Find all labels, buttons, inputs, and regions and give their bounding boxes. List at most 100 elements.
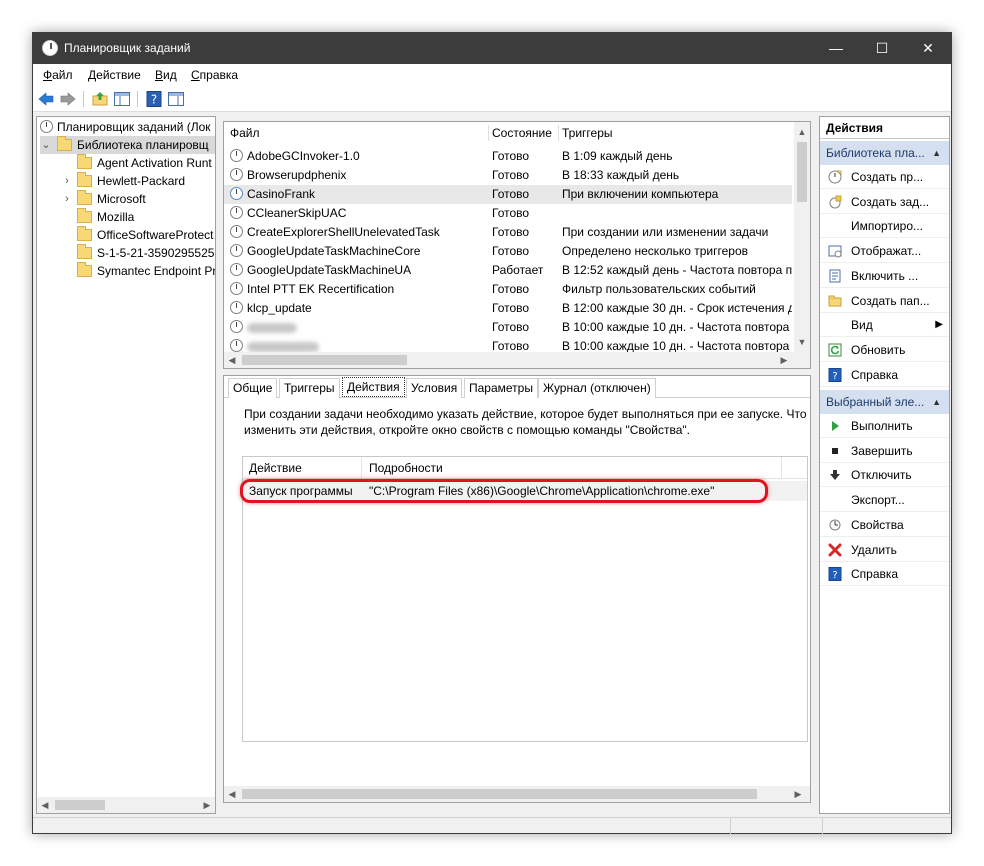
task-row[interactable]: CasinoFrank Готово При включении компьютер… <box>224 185 792 204</box>
section-library[interactable]: Библиотека пла... ▲ <box>820 141 949 165</box>
minimize-button[interactable]: — <box>813 33 859 64</box>
task-trigger: В 12:00 каждые 30 дн. - Срок истечения д… <box>562 301 792 315</box>
action-item[interactable]: Свойства <box>820 513 949 537</box>
task-row[interactable]: AdobeGCInvoker-1.0 Готово В 1:09 каждый де… <box>224 147 792 166</box>
menu-view-accel: В <box>155 68 164 82</box>
action-item[interactable]: Создать пр... <box>820 165 949 189</box>
task-clock-icon <box>230 244 243 257</box>
tree-folder[interactable]: OfficeSoftwareProtect <box>77 226 214 244</box>
back-arrow-icon[interactable] <box>37 90 55 108</box>
tree-root[interactable]: Планировщик заданий (Лок <box>40 118 211 136</box>
column-header-triggers[interactable]: Триггеры <box>562 122 613 144</box>
tree-folder[interactable]: Mozilla <box>77 208 134 226</box>
menu-action[interactable]: Действие <box>88 68 141 82</box>
task-horizontal-scrollbar[interactable]: ◀ ▶ <box>224 352 810 368</box>
column-header-details[interactable]: Подробности <box>369 461 443 475</box>
scroll-up-icon[interactable]: ▲ <box>794 124 810 140</box>
action-item[interactable]: Отключить <box>820 463 949 488</box>
tree-folder[interactable]: › Hewlett-Packard <box>61 172 215 190</box>
task-trigger: В 10:00 каждые 10 дн. - Частота повтора … <box>562 320 792 334</box>
expand-chevron-icon[interactable]: › <box>61 190 73 208</box>
action-item[interactable]: Создать зад... <box>820 190 949 214</box>
task-state: Готово <box>492 320 530 334</box>
column-header-state[interactable]: Состояние <box>492 122 552 144</box>
tree-folder[interactable]: Agent Activation Runt <box>77 154 212 172</box>
scroll-right-icon[interactable]: ▶ <box>790 786 806 802</box>
tree-library[interactable]: ⌄ Библиотека планировщ <box>40 136 215 154</box>
scroll-left-icon[interactable]: ◀ <box>224 786 240 802</box>
collapse-up-icon[interactable]: ▲ <box>932 390 941 414</box>
column-header-action[interactable]: Действие <box>249 461 302 475</box>
action-item-label: Создать зад... <box>851 194 930 209</box>
tree-folder[interactable]: S-1-5-21-3590295525- <box>77 244 215 262</box>
tab-actions[interactable]: Действия <box>342 377 405 397</box>
menu-file[interactable]: Файл <box>43 68 73 82</box>
title-bar[interactable]: Планировщик заданий — ☐ ✕ <box>33 33 951 64</box>
forward-arrow-icon[interactable] <box>59 90 77 108</box>
task-row[interactable]: CreateExplorerShellUnelevatedTask Готово П… <box>224 223 792 242</box>
maximize-button[interactable]: ☐ <box>859 33 905 64</box>
task-state: Готово <box>492 149 530 163</box>
task-name-cell: GoogleUpdateTaskMachineUA <box>230 261 490 280</box>
task-vertical-scrollbar[interactable]: ▲ ▼ <box>794 122 810 352</box>
show-hide-tree-icon[interactable] <box>113 90 131 108</box>
action-item[interactable]: Обновить <box>820 338 949 362</box>
task-row[interactable]: Browserupdphenix Готово В 18:33 каждый ден… <box>224 166 792 185</box>
tab-settings[interactable]: Параметры <box>464 378 538 398</box>
task-row[interactable]: Intel PTT EK Recertification Готово Фильтр… <box>224 280 792 299</box>
collapse-up-icon[interactable]: ▲ <box>932 141 941 165</box>
menu-bar: Файл Действие Вид Справка <box>33 64 951 86</box>
task-trigger: В 18:33 каждый день <box>562 168 680 182</box>
tree-folder[interactable]: › Microsoft <box>61 190 215 208</box>
menu-help[interactable]: Справка <box>191 68 238 82</box>
action-item[interactable]: Завершить <box>820 439 949 463</box>
scroll-thumb[interactable] <box>55 800 105 810</box>
tab-conditions[interactable]: Условия <box>406 378 463 398</box>
task-row[interactable]: CCleanerSkipUAC Готово <box>224 204 792 223</box>
scroll-down-icon[interactable]: ▼ <box>794 334 810 350</box>
tree-horizontal-scrollbar[interactable]: ◀ ▶ <box>37 797 215 813</box>
section-selected-item[interactable]: Выбранный эле... ▲ <box>820 390 949 414</box>
action-item[interactable]: Вид ▶ <box>820 313 949 338</box>
tab-general[interactable]: Общие <box>228 378 278 398</box>
scroll-right-icon[interactable]: ▶ <box>199 797 215 813</box>
action-item-label: Обновить <box>851 342 906 357</box>
task-row[interactable]: GoogleUpdateTaskMachineUA Работает В 12:52… <box>224 261 792 280</box>
action-item[interactable]: Экспорт... <box>820 488 949 513</box>
action-item[interactable]: Выполнить <box>820 414 949 438</box>
tree-folder[interactable]: Symantec Endpoint Pr <box>77 262 215 280</box>
details-horizontal-scrollbar[interactable]: ◀ ▶ <box>224 786 810 802</box>
action-item[interactable]: Отображат... <box>820 239 949 264</box>
column-header-file[interactable]: Файл <box>230 122 260 144</box>
scroll-thumb[interactable] <box>797 142 807 202</box>
task-row[interactable]: klcp_update Готово В 12:00 каждые 30 дн. -… <box>224 299 792 318</box>
section-library-title: Библиотека пла... <box>826 146 925 160</box>
help-icon[interactable]: ? <box>145 90 163 108</box>
task-name-cell: klcp_update <box>230 299 490 318</box>
scroll-thumb[interactable] <box>242 355 407 365</box>
up-folder-icon[interactable] <box>91 90 109 108</box>
scroll-right-icon[interactable]: ▶ <box>776 352 792 368</box>
collapse-chevron-icon[interactable]: ⌄ <box>40 136 52 154</box>
tab-triggers[interactable]: Триггеры <box>279 378 340 398</box>
menu-view[interactable]: Вид <box>155 68 177 82</box>
scroll-left-icon[interactable]: ◀ <box>224 352 240 368</box>
show-action-pane-icon[interactable] <box>167 90 185 108</box>
actions-info-text: При создании задачи необходимо указать д… <box>244 406 806 438</box>
close-button[interactable]: ✕ <box>905 33 951 64</box>
task-name: GoogleUpdateTaskMachineCore <box>247 244 421 258</box>
action-item[interactable]: Включить ... <box>820 264 949 288</box>
action-item[interactable]: ? Справка <box>820 363 949 387</box>
action-item[interactable]: Удалить <box>820 538 949 562</box>
task-name: Intel PTT EK Recertification <box>247 282 395 296</box>
expand-chevron-icon[interactable]: › <box>61 172 73 190</box>
task-row[interactable]: GoogleUpdateTaskMachineCore Готово Определ… <box>224 242 792 261</box>
scroll-thumb[interactable] <box>242 789 757 799</box>
clock-icon <box>40 120 53 133</box>
action-item[interactable]: Импортиро... <box>820 214 949 239</box>
action-item[interactable]: ? Справка <box>820 562 949 587</box>
scroll-left-icon[interactable]: ◀ <box>37 797 53 813</box>
tab-history[interactable]: Журнал (отключен) <box>538 378 656 398</box>
task-row[interactable]: Готово В 10:00 каждые 10 дн. - Частота по… <box>224 318 792 337</box>
action-item[interactable]: Создать пап... <box>820 289 949 313</box>
